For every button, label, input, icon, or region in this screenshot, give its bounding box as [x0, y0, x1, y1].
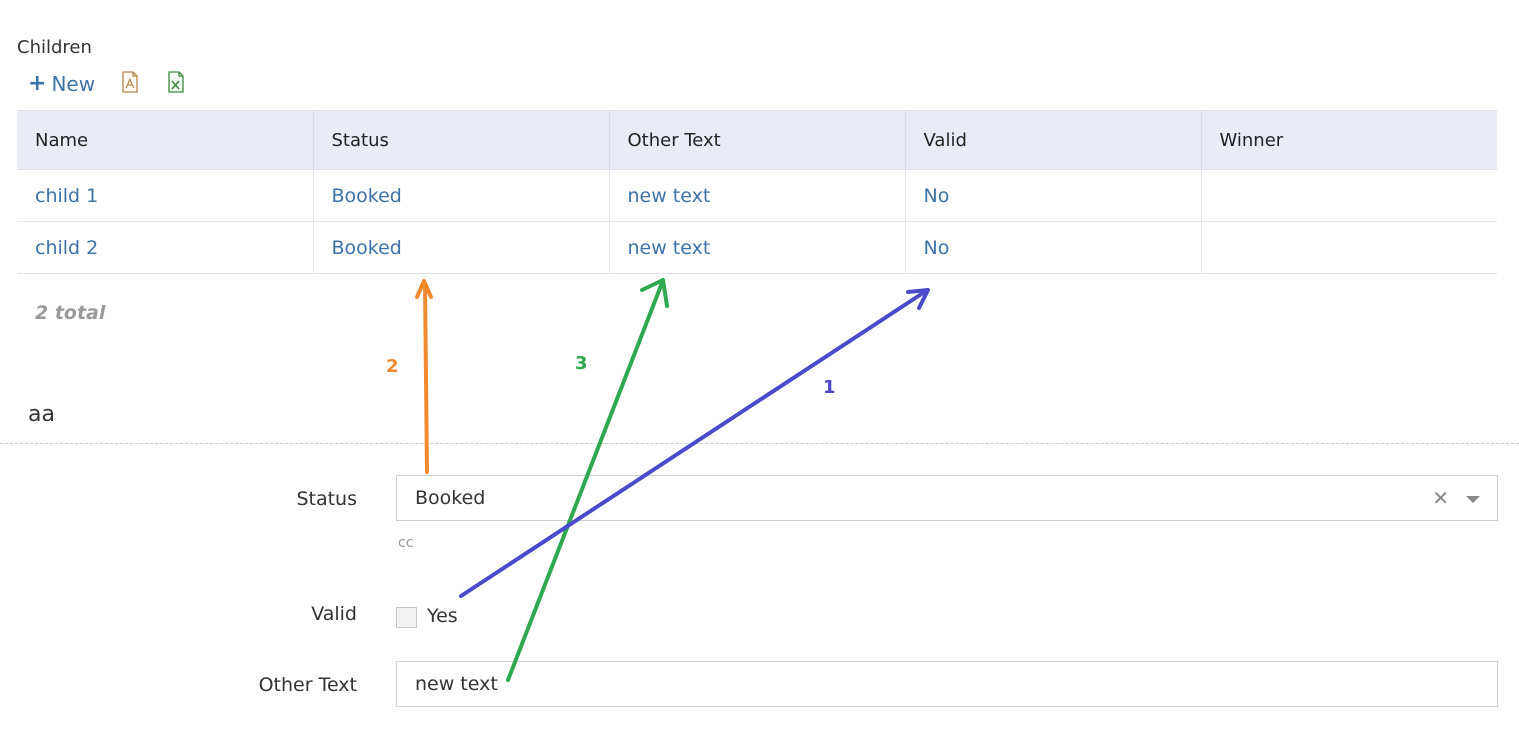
section-title: Children [17, 37, 92, 58]
cell-valid[interactable]: No [904, 169, 1201, 222]
status-hint: cc [398, 535, 414, 551]
excel-file-icon[interactable] [167, 71, 187, 97]
pdf-file-icon[interactable] [121, 71, 141, 97]
cell-status[interactable]: Booked [312, 221, 609, 274]
new-button-label: New [51, 72, 96, 96]
annotation-label-3: 3 [575, 353, 588, 374]
column-header-name[interactable]: Name [17, 110, 313, 170]
table-header-row: Name Status Other Text Valid Winner [17, 110, 1497, 170]
table-row[interactable]: child 2 Booked new text No [17, 221, 1497, 274]
column-header-other-text[interactable]: Other Text [608, 110, 905, 170]
plus-icon: + [28, 71, 47, 96]
status-select-value: Booked [415, 487, 486, 509]
children-toolbar: + New [28, 70, 187, 98]
valid-checkbox[interactable] [396, 607, 417, 628]
cell-other-text[interactable]: new text [608, 221, 905, 274]
status-label: Status [296, 488, 357, 510]
clear-icon[interactable]: ✕ [1432, 486, 1449, 510]
status-select[interactable]: Booked ✕ [396, 475, 1498, 521]
cell-name[interactable]: child 2 [17, 221, 313, 274]
column-header-valid[interactable]: Valid [904, 110, 1201, 170]
valid-checkbox-label[interactable]: Yes [427, 605, 458, 627]
cell-winner[interactable] [1200, 169, 1497, 222]
other-text-label: Other Text [258, 674, 357, 696]
column-header-winner[interactable]: Winner [1200, 110, 1497, 170]
cell-other-text[interactable]: new text [608, 169, 905, 222]
cell-name[interactable]: child 1 [17, 169, 313, 222]
cell-winner[interactable] [1200, 221, 1497, 274]
total-count: 2 total [35, 302, 106, 324]
annotation-label-1: 1 [823, 377, 836, 398]
cell-valid[interactable]: No [904, 221, 1201, 274]
column-header-status[interactable]: Status [312, 110, 609, 170]
form-title: aa [28, 402, 55, 427]
children-table: Name Status Other Text Valid Winner chil… [17, 110, 1497, 274]
other-text-input[interactable] [396, 661, 1498, 707]
cell-status[interactable]: Booked [312, 169, 609, 222]
divider [0, 443, 1519, 444]
chevron-down-icon[interactable] [1466, 496, 1480, 503]
valid-label: Valid [311, 603, 357, 625]
annotation-label-2: 2 [386, 356, 399, 377]
new-button[interactable]: + New [28, 72, 95, 96]
table-row[interactable]: child 1 Booked new text No [17, 169, 1497, 222]
